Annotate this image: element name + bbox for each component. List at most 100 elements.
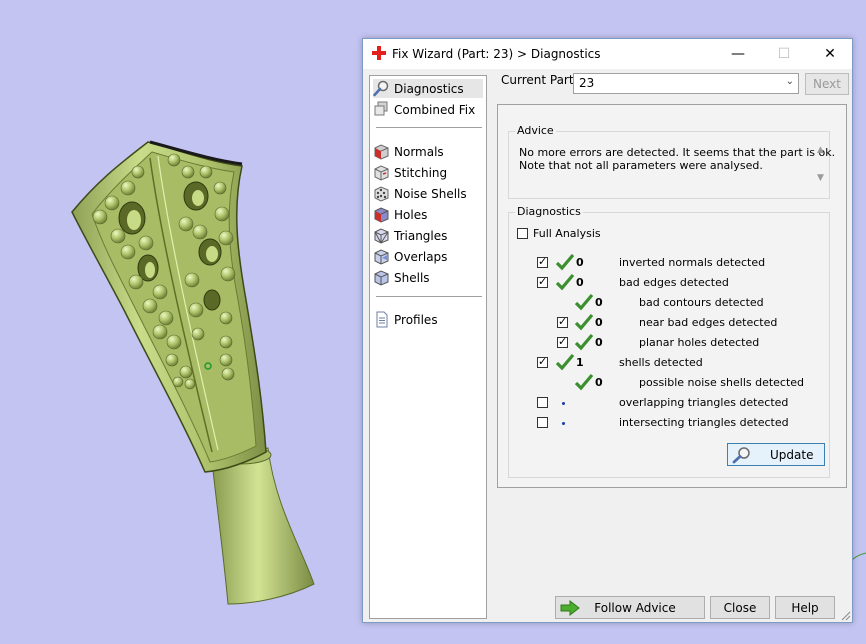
advice-line-2: Note that not all parameters were analys…	[519, 159, 763, 172]
bad-contours-label: bad contours detected	[639, 296, 764, 309]
inverted-normals-count: 0	[576, 256, 584, 269]
scroll-down-icon[interactable]: ▼	[813, 171, 828, 185]
inverted-normals-label: inverted normals detected	[619, 256, 766, 269]
check-mark-icon: ✓	[558, 335, 568, 348]
nav-item-stitching[interactable]: Stitching	[373, 163, 483, 182]
pending-dot-icon	[562, 402, 565, 405]
nav-label: Noise Shells	[394, 186, 467, 201]
full-analysis-checkbox[interactable]	[517, 228, 528, 239]
magnifier-icon	[732, 446, 750, 463]
nav-item-noise-shells[interactable]: Noise Shells	[373, 184, 483, 203]
nav-label: Overlaps	[394, 249, 448, 264]
nav-item-holes[interactable]: Holes	[373, 205, 483, 224]
advice-legend: Advice	[515, 124, 556, 137]
green-arrow-icon	[560, 600, 580, 616]
overlaps-cube-icon	[373, 248, 390, 265]
shells-label: shells detected	[619, 356, 703, 369]
intersecting-triangles-checkbox[interactable]	[537, 417, 548, 428]
follow-advice-button[interactable]: Follow Advice	[555, 596, 705, 619]
nav-label: Profiles	[394, 312, 438, 327]
nav-item-shells[interactable]: Shells	[373, 268, 483, 287]
bad-edges-label: bad edges detected	[619, 276, 729, 289]
intersecting-triangles-label: intersecting triangles detected	[619, 416, 789, 429]
ok-check-icon	[574, 293, 594, 311]
near-bad-edges-count: 0	[595, 316, 603, 329]
wizard-nav-list: Diagnostics Combined Fix Normals Stitchi…	[369, 75, 487, 619]
nav-item-diagnostics[interactable]: Diagnostics	[373, 79, 483, 98]
magnifier-icon	[373, 80, 390, 97]
current-part-label: Current Part:	[501, 73, 578, 87]
nav-label: Combined Fix	[394, 102, 476, 117]
overlapping-triangles-checkbox[interactable]	[537, 397, 548, 408]
ok-check-icon	[574, 333, 594, 351]
inverted-normals-checkbox[interactable]: ✓	[537, 255, 548, 268]
advice-group: Advice No more errors are detected. It s…	[508, 124, 836, 199]
scroll-up-icon[interactable]: ▲	[813, 143, 828, 157]
help-button[interactable]: Help	[775, 596, 835, 619]
planar-holes-label: planar holes detected	[639, 336, 760, 349]
ok-check-icon	[574, 373, 594, 391]
cubes-icon	[373, 101, 390, 118]
chevron-down-icon: ⌄	[785, 76, 794, 87]
nav-separator	[376, 296, 482, 297]
nav-item-normals[interactable]: Normals	[373, 142, 483, 161]
diagnostics-group: Diagnostics Full Analysis ✓ 0 inverted n…	[508, 205, 830, 478]
document-icon	[373, 311, 390, 328]
maximize-button[interactable]: ☐	[761, 39, 807, 69]
holes-cube-icon	[373, 206, 390, 223]
update-label: Update	[770, 447, 814, 462]
noise-shells-label: possible noise shells detected	[639, 376, 805, 389]
ok-check-icon	[555, 353, 575, 371]
nav-label: Diagnostics	[394, 81, 464, 96]
ok-check-icon	[574, 313, 594, 331]
nav-label: Triangles	[394, 228, 448, 243]
bad-edges-count: 0	[576, 276, 584, 289]
current-part-value: 23	[579, 76, 595, 90]
bad-contours-count: 0	[595, 296, 603, 309]
resize-grip-icon[interactable]	[840, 610, 851, 621]
nav-item-overlaps[interactable]: Overlaps	[373, 247, 483, 266]
planar-holes-checkbox[interactable]: ✓	[557, 335, 568, 348]
close-button[interactable]: Close	[710, 596, 770, 619]
dots-cube-icon	[373, 185, 390, 202]
triangles-cube-icon	[373, 227, 390, 244]
check-mark-icon: ✓	[558, 315, 568, 328]
ok-check-icon	[555, 273, 575, 291]
next-button[interactable]: Next	[805, 73, 849, 95]
check-mark-icon: ✓	[538, 355, 548, 368]
normals-cube-icon	[373, 143, 390, 160]
advice-line-1: No more errors are detected. It seems th…	[519, 146, 836, 159]
tailpiece-model	[71, 140, 315, 605]
shells-checkbox[interactable]: ✓	[537, 355, 548, 368]
current-part-select[interactable]: 23 ⌄	[573, 73, 799, 94]
nav-label: Shells	[394, 270, 430, 285]
advice-scrollbar[interactable]: ▲ ▼	[813, 143, 828, 186]
pending-dot-icon	[562, 422, 565, 425]
shells-cube-icon	[373, 269, 390, 286]
nav-label: Holes	[394, 207, 428, 222]
diagnostics-panel: Advice No more errors are detected. It s…	[497, 104, 847, 488]
close-window-button[interactable]: ✕	[807, 39, 853, 69]
update-button[interactable]: Update	[727, 443, 825, 466]
ok-check-icon	[555, 253, 575, 271]
near-bad-edges-checkbox[interactable]: ✓	[557, 315, 568, 328]
nav-label: Normals	[394, 144, 444, 159]
check-mark-icon: ✓	[538, 255, 548, 268]
fix-wizard-dialog: Fix Wizard (Part: 23) > Diagnostics — ☐ …	[362, 38, 853, 623]
title-bar[interactable]: Fix Wizard (Part: 23) > Diagnostics — ☐ …	[363, 39, 852, 69]
planar-holes-count: 0	[595, 336, 603, 349]
shells-count: 1	[576, 356, 584, 369]
stitch-cube-icon	[373, 164, 390, 181]
bad-edges-checkbox[interactable]: ✓	[537, 275, 548, 288]
full-analysis-label: Full Analysis	[533, 227, 601, 240]
nav-label: Stitching	[394, 165, 448, 180]
advice-text: No more errors are detected. It seems th…	[519, 146, 836, 172]
nav-separator	[376, 127, 482, 128]
window-title: Fix Wizard (Part: 23) > Diagnostics	[392, 47, 601, 61]
overlapping-triangles-label: overlapping triangles detected	[619, 396, 789, 409]
nav-item-profiles[interactable]: Profiles	[373, 310, 483, 329]
nav-item-triangles[interactable]: Triangles	[373, 226, 483, 245]
minimize-button[interactable]: —	[715, 39, 761, 69]
follow-advice-label: Follow Advice	[594, 600, 676, 615]
nav-item-combined-fix[interactable]: Combined Fix	[373, 100, 483, 119]
